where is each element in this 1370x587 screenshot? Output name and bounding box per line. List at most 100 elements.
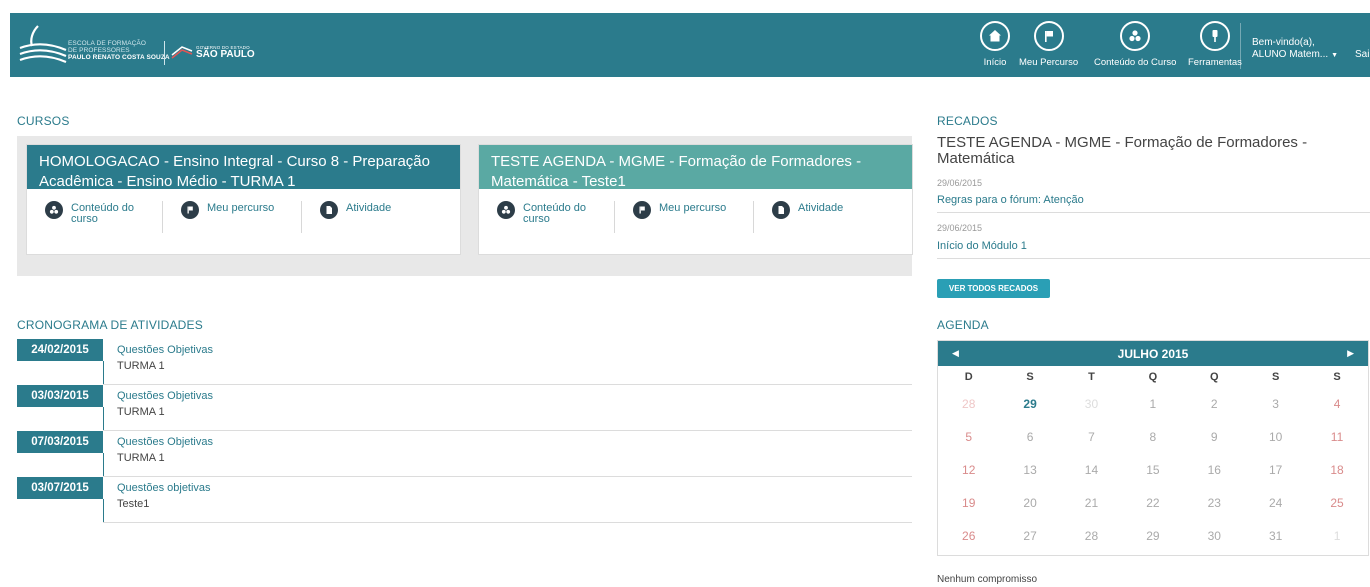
notice-link[interactable]: Regras para o fórum: Atenção [937,194,1084,206]
calendar-day[interactable]: 13 [999,454,1060,487]
calendar-day[interactable]: 29 [1122,520,1183,553]
calendar-day[interactable]: 17 [1245,454,1306,487]
calendar-day[interactable]: 22 [1122,487,1183,520]
course-content-link[interactable]: Conteúdo do curso [27,201,162,233]
notices-course-title: TESTE AGENDA - MGME - Formação de Formad… [937,134,1308,167]
calendar-day[interactable]: 31 [1245,520,1306,553]
notice-date: 29/06/2015 [937,223,983,233]
document-icon [772,201,790,219]
user-menu[interactable]: Bem-vindo(a), ALUNO Matem... ▼ [1252,37,1338,62]
calendar: ◀ JULHO 2015 ▶ D S T Q Q S S 28 29 30 1 … [937,340,1369,556]
calendar-day[interactable]: 18 [1306,454,1367,487]
view-all-notices-button[interactable]: VER TODOS RECADOS [937,279,1050,298]
calendar-day[interactable]: 9 [1184,421,1245,454]
course-activity-link[interactable]: Atividade [301,201,440,233]
logo-divider [164,41,165,65]
calendar-day[interactable]: 7 [1061,421,1122,454]
schedule-date: 07/03/2015 [17,431,103,453]
content-icon [1120,21,1151,51]
schedule-item: 03/03/2015 Questões Objetivas TURMA 1 [17,385,912,431]
schedule-class: Teste1 [117,498,150,510]
calendar-day[interactable]: 20 [999,487,1060,520]
logout-link[interactable]: Sair [1355,49,1370,60]
calendar-day[interactable]: 21 [1061,487,1122,520]
notice-date: 29/06/2015 [937,178,983,188]
calendar-day[interactable]: 28 [938,388,999,421]
calendar-day[interactable]: 30 [1184,520,1245,553]
schedule-date: 24/02/2015 [17,339,103,361]
timeline-line [103,499,104,523]
calendar-day[interactable]: 24 [1245,487,1306,520]
calendar-day[interactable]: 14 [1061,454,1122,487]
notices-title: RECADOS [937,114,998,128]
nav-label: Conteúdo do Curso [1094,57,1177,68]
calendar-grid: D S T Q Q S S 28 29 30 1 2 3 4 5 6 7 8 9… [938,366,1368,553]
calendar-day[interactable]: 19 [938,487,999,520]
calendar-day[interactable]: 2 [1184,388,1245,421]
divider [103,522,912,523]
calendar-header: ◀ JULHO 2015 ▶ [938,341,1368,366]
calendar-day[interactable]: 8 [1122,421,1183,454]
courses-panel: HOMOLOGACAO - Ensino Integral - Curso 8 … [17,136,913,276]
notice-link[interactable]: Início do Módulo 1 [937,240,1027,252]
schedule-activity-link[interactable]: Questões objetivas [117,482,211,494]
timeline-line [103,361,104,385]
calendar-day[interactable]: 10 [1245,421,1306,454]
action-label: Conteúdo do curso [71,202,134,225]
timeline-line [103,453,104,477]
course-path-link[interactable]: Meu percurso [162,201,301,233]
calendar-day-today[interactable]: 29 [999,388,1060,421]
calendar-day[interactable]: 5 [938,421,999,454]
schedule-item: 24/02/2015 Questões Objetivas TURMA 1 [17,339,912,385]
schedule-date: 03/07/2015 [17,477,103,499]
course-activity-link[interactable]: Atividade [753,201,892,233]
chevron-right-icon[interactable]: ▶ [1347,348,1354,359]
school-logo-icon[interactable] [18,22,72,68]
schedule-activity-link[interactable]: Questões Objetivas [117,436,213,448]
weekday-label: T [1088,371,1095,383]
calendar-day[interactable]: 1 [1122,388,1183,421]
school-logo-text: ESCOLA DE FORMAÇÃO DE PROFESSORES PAULO … [68,40,170,61]
schedule-activity-link[interactable]: Questões Objetivas [117,390,213,402]
schedule-activity-link[interactable]: Questões Objetivas [117,344,213,356]
logo-line-3: PAULO RENATO COSTA SOUZA [68,54,170,61]
course-title[interactable]: TESTE AGENDA - MGME - Formação de Formad… [479,145,912,190]
weekday-label: Q [1209,371,1219,383]
calendar-day[interactable]: 4 [1306,388,1367,421]
agenda-title: AGENDA [937,318,989,332]
calendar-day[interactable]: 30 [1061,388,1122,421]
nav-ferramentas[interactable]: Ferramentas [1188,21,1242,68]
course-path-link[interactable]: Meu percurso [614,201,753,233]
nav-inicio[interactable]: Início [980,21,1010,68]
calendar-day[interactable]: 23 [1184,487,1245,520]
course-content-link[interactable]: Conteúdo do curso [479,201,614,233]
nav-conteudo-curso[interactable]: Conteúdo do Curso [1094,21,1176,68]
schedule-class: TURMA 1 [117,452,165,464]
calendar-day[interactable]: 15 [1122,454,1183,487]
logo-line-1: ESCOLA DE FORMAÇÃO [68,40,147,47]
calendar-day[interactable]: 16 [1184,454,1245,487]
tools-icon [1199,21,1230,51]
calendar-day[interactable]: 26 [938,520,999,553]
schedule-title: CRONOGRAMA DE ATIVIDADES [17,318,203,332]
nav-meu-percurso[interactable]: Meu Percurso [1019,21,1078,68]
action-label: Atividade [346,202,392,214]
schedule-item: 03/07/2015 Questões objetivas Teste1 [17,477,912,523]
nav-label: Meu Percurso [1019,57,1079,68]
calendar-day[interactable]: 6 [999,421,1060,454]
calendar-day[interactable]: 27 [999,520,1060,553]
schedule-date: 03/03/2015 [17,385,103,407]
calendar-day[interactable]: 1 [1306,520,1367,553]
course-title[interactable]: HOMOLOGACAO - Ensino Integral - Curso 8 … [27,145,460,190]
calendar-day[interactable]: 28 [1061,520,1122,553]
welcome-text: Bem-vindo(a), [1252,37,1315,48]
course-actions: Conteúdo do curso Meu percurso Atividade [479,189,912,233]
logo-line-2: DE PROFESSORES [68,47,130,54]
calendar-day[interactable]: 25 [1306,487,1367,520]
top-strip [0,0,1370,13]
calendar-day[interactable]: 11 [1306,421,1367,454]
schedule-item: 07/03/2015 Questões Objetivas TURMA 1 [17,431,912,477]
calendar-day[interactable]: 12 [938,454,999,487]
calendar-day[interactable]: 3 [1245,388,1306,421]
nav-separator [1240,23,1241,69]
